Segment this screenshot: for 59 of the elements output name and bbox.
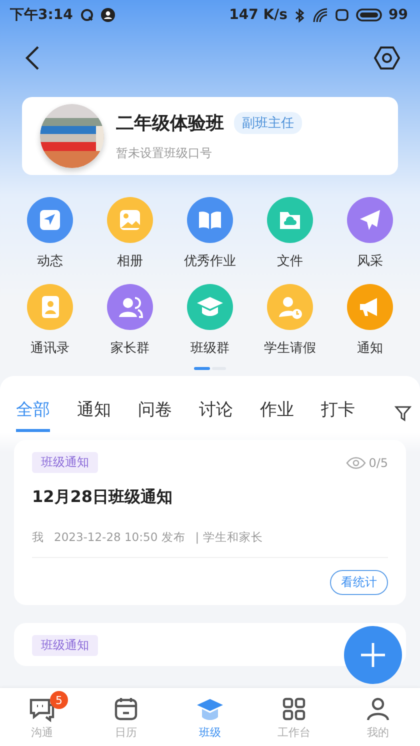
filter-tab[interactable]: 讨论 <box>199 394 233 432</box>
feature-icon[interactable] <box>347 197 393 243</box>
feature-label: 风采 <box>357 253 383 270</box>
feature-label: 文件 <box>277 253 303 270</box>
nav-tab[interactable]: 5 沟通 <box>0 688 84 746</box>
filter-tab[interactable]: 作业 <box>260 394 294 432</box>
statistics-button[interactable]: 看统计 <box>330 570 388 595</box>
settings-icon[interactable] <box>374 45 400 71</box>
filter-tab[interactable]: 问卷 <box>138 394 172 432</box>
post-audience: | 学生和家长 <box>195 530 263 545</box>
filter-tab[interactable]: 打卡 <box>321 394 355 432</box>
feature-icon[interactable] <box>107 197 153 243</box>
post-author: 我 <box>32 530 44 545</box>
class-card[interactable]: 二年级体验班 副班主任 暂未设置班级口号 <box>22 97 398 175</box>
feature-icon[interactable] <box>267 284 313 330</box>
filter-tab[interactable]: 通知 <box>77 394 111 432</box>
page-indicator <box>194 367 210 370</box>
feature-label: 优秀作业 <box>184 253 236 270</box>
unread-badge: 5 <box>50 691 68 709</box>
feature-icon[interactable] <box>27 197 73 243</box>
feature-label: 相册 <box>117 253 143 270</box>
feature-label: 通讯录 <box>30 340 70 357</box>
feature-icon[interactable] <box>107 284 153 330</box>
post-tag: 班级通知 <box>32 635 98 656</box>
network-speed: 147 K/s <box>229 7 288 23</box>
class-motto: 暂未设置班级口号 <box>116 144 213 162</box>
signal-icon <box>312 7 328 23</box>
battery-level: 99 <box>388 7 408 23</box>
eye-icon <box>346 456 366 468</box>
feature-icon[interactable] <box>187 284 233 330</box>
nav-tab[interactable]: 日历 <box>84 688 168 746</box>
post-title: 12月28日班级通知 <box>32 487 174 508</box>
view-count: 0/5 <box>368 456 388 470</box>
role-tag: 副班主任 <box>234 112 302 134</box>
battery-icon <box>356 8 382 22</box>
post-tag: 班级通知 <box>32 452 98 473</box>
class-name: 二年级体验班 <box>116 112 224 134</box>
feature-label: 通知 <box>357 340 383 357</box>
feature-icon[interactable] <box>27 284 73 330</box>
feature-icon[interactable] <box>347 284 393 330</box>
filter-icon[interactable] <box>394 404 412 422</box>
feature-label: 学生请假 <box>264 340 316 357</box>
account-icon <box>100 8 115 22</box>
q-icon <box>80 8 94 22</box>
nav-tab[interactable]: 工作台 <box>252 688 336 746</box>
back-icon[interactable] <box>24 45 40 71</box>
screen-icon <box>334 8 349 22</box>
post-time: 2023-12-28 10:50 发布 <box>54 530 186 545</box>
nav-tab[interactable]: 我的 <box>336 688 420 746</box>
feature-label: 家长群 <box>110 340 150 357</box>
feature-label: 动态 <box>37 253 63 270</box>
post-card[interactable]: 班级通知 0/5 12月28日班级通知 我 2023-12-28 10:50 发布 | 学生和家长 看统计 <box>14 440 406 605</box>
status-time: 下午3:14 <box>10 6 73 24</box>
plus-icon <box>360 642 386 668</box>
bluetooth-icon <box>294 8 305 22</box>
feature-label: 班级群 <box>190 340 230 357</box>
nav-tab[interactable]: 班级 <box>168 688 252 746</box>
feature-icon[interactable] <box>267 197 313 243</box>
feature-icon[interactable] <box>187 197 233 243</box>
